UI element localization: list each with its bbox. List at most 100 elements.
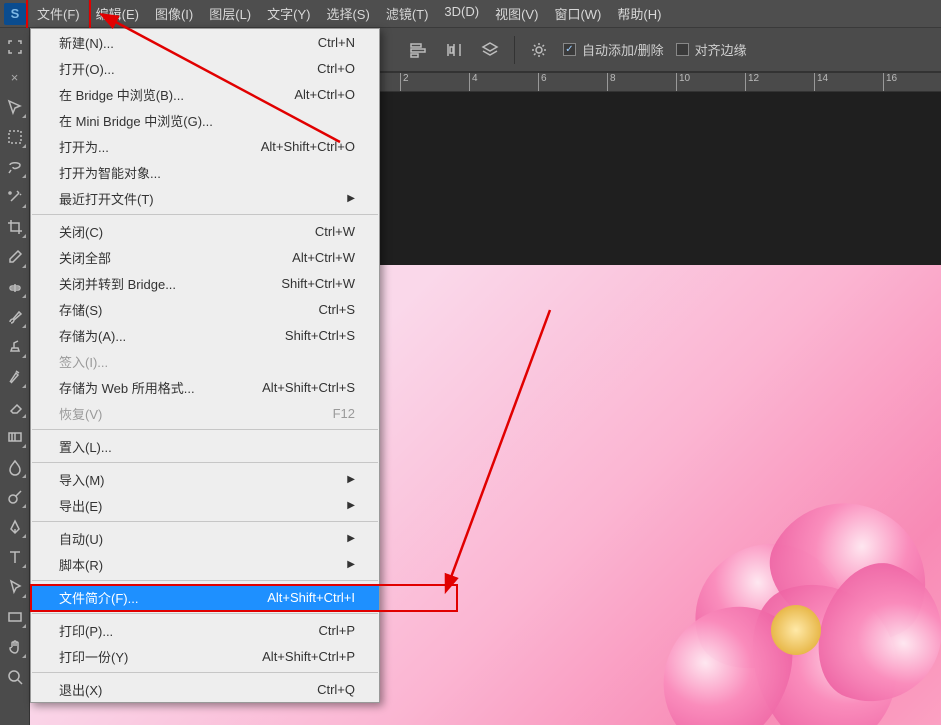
ruler-tick: 8 (607, 73, 616, 91)
menu-separator (32, 429, 378, 430)
menu-row[interactable]: 存储为(A)...Shift+Ctrl+S (31, 322, 379, 348)
menu-row: 签入(I)... (31, 348, 379, 374)
menu-item-5[interactable]: 选择(S) (318, 0, 377, 27)
menu-row-shortcut: Alt+Shift+Ctrl+P (262, 649, 355, 664)
rectangle-tool-icon[interactable] (3, 605, 27, 629)
menu-row[interactable]: 置入(L)... (31, 433, 379, 459)
ruler-tick: 16 (883, 73, 897, 91)
submenu-arrow-icon: ▶ (347, 193, 355, 204)
menu-item-8[interactable]: 视图(V) (487, 0, 546, 27)
menu-item-3[interactable]: 图层(L) (201, 0, 259, 27)
gradient-tool-icon[interactable] (3, 425, 27, 449)
menu-row-label: 在 Mini Bridge 中浏览(G)... (59, 111, 213, 130)
stack-icon[interactable] (474, 34, 506, 66)
menu-item-7[interactable]: 3D(D) (436, 0, 487, 27)
tools-panel: × (0, 28, 30, 725)
marquee-tool-icon[interactable] (3, 125, 27, 149)
menu-row[interactable]: 存储(S)Ctrl+S (31, 296, 379, 322)
menu-row[interactable]: 文件简介(F)...Alt+Shift+Ctrl+I (31, 584, 379, 610)
menu-item-6[interactable]: 滤镜(T) (378, 0, 437, 27)
menu-item-10[interactable]: 帮助(H) (609, 0, 669, 27)
history-brush-tool-icon[interactable] (3, 365, 27, 389)
submenu-arrow-icon: ▶ (347, 474, 355, 485)
menu-row-label: 打开为智能对象... (59, 163, 161, 182)
magic-wand-tool-icon[interactable] (3, 185, 27, 209)
eyedropper-tool-icon[interactable] (3, 245, 27, 269)
move-tool-icon[interactable] (3, 95, 27, 119)
menu-item-2[interactable]: 图像(I) (147, 0, 201, 27)
distribute-icon[interactable] (438, 34, 470, 66)
ruler-tick: 12 (745, 73, 759, 91)
menu-item-0[interactable]: 文件(F) (29, 0, 88, 27)
zoom-tool-icon[interactable] (3, 665, 27, 689)
menu-row-shortcut: Alt+Ctrl+O (294, 87, 355, 102)
menu-row[interactable]: 关闭(C)Ctrl+W (31, 218, 379, 244)
app-icon: S (4, 3, 26, 25)
menu-row[interactable]: 关闭全部 Alt+Ctrl+W (31, 244, 379, 270)
menu-row-shortcut: F12 (333, 406, 355, 421)
tab-close-icon[interactable]: × (3, 65, 27, 89)
menu-row-label: 关闭并转到 Bridge... (59, 274, 176, 293)
path-selection-tool-icon[interactable] (3, 575, 27, 599)
crop-tool-icon[interactable] (3, 215, 27, 239)
menu-item-4[interactable]: 文字(Y) (259, 0, 318, 27)
menu-row-shortcut: Alt+Shift+Ctrl+O (261, 139, 355, 154)
menu-row[interactable]: 退出(X)Ctrl+Q (31, 676, 379, 702)
lasso-tool-icon[interactable] (3, 155, 27, 179)
menu-row-shortcut: Shift+Ctrl+S (285, 328, 355, 343)
handles-icon[interactable] (3, 35, 27, 59)
menu-row[interactable]: 脚本(R)▶ (31, 551, 379, 577)
menu-row[interactable]: 打印一份(Y)Alt+Shift+Ctrl+P (31, 643, 379, 669)
menu-row[interactable]: 导入(M)▶ (31, 466, 379, 492)
menu-row[interactable]: 新建(N)...Ctrl+N (31, 29, 379, 55)
menu-row-shortcut: Ctrl+P (319, 623, 355, 638)
dodge-tool-icon[interactable] (3, 485, 27, 509)
menu-item-1[interactable]: 编辑(E) (88, 0, 147, 27)
separator (514, 36, 515, 64)
menu-row-label: 关闭全部 (59, 248, 111, 267)
auto-add-delete-checkbox[interactable]: ✓ 自动添加/删除 (563, 40, 664, 59)
menu-row-label: 最近打开文件(T) (59, 189, 154, 208)
menu-row-label: 文件简介(F)... (59, 588, 138, 607)
submenu-arrow-icon: ▶ (347, 559, 355, 570)
menu-row-label: 置入(L)... (59, 437, 112, 456)
menu-row-shortcut: Alt+Shift+Ctrl+S (262, 380, 355, 395)
blur-tool-icon[interactable] (3, 455, 27, 479)
menu-row[interactable]: 在 Bridge 中浏览(B)...Alt+Ctrl+O (31, 81, 379, 107)
align-left-icon[interactable] (402, 34, 434, 66)
menu-row[interactable]: 关闭并转到 Bridge... Shift+Ctrl+W (31, 270, 379, 296)
menu-separator (32, 672, 378, 673)
menu-item-9[interactable]: 窗口(W) (546, 0, 609, 27)
menu-row[interactable]: 打开为... Alt+Shift+Ctrl+O (31, 133, 379, 159)
hand-tool-icon[interactable] (3, 635, 27, 659)
menu-row[interactable]: 自动(U)▶ (31, 525, 379, 551)
menubar: S 文件(F)编辑(E)图像(I)图层(L)文字(Y)选择(S)滤镜(T)3D(… (0, 0, 941, 28)
type-tool-icon[interactable] (3, 545, 27, 569)
checkbox-unchecked-icon (676, 43, 689, 56)
flower-image (571, 465, 941, 725)
eraser-tool-icon[interactable] (3, 395, 27, 419)
menu-row-label: 打开为... (59, 137, 109, 156)
menu-row[interactable]: 最近打开文件(T) ▶ (31, 185, 379, 211)
menu-row-shortcut: Ctrl+S (319, 302, 355, 317)
menu-row-label: 打印(P)... (59, 621, 113, 640)
menu-row[interactable]: 打印(P)... Ctrl+P (31, 617, 379, 643)
brush-tool-icon[interactable] (3, 305, 27, 329)
menu-row[interactable]: 在 Mini Bridge 中浏览(G)... (31, 107, 379, 133)
align-edges-checkbox[interactable]: 对齐边缘 (676, 40, 747, 59)
ruler-tick: 6 (538, 73, 547, 91)
menu-row[interactable]: 打开(O)...Ctrl+O (31, 55, 379, 81)
menu-row[interactable]: 导出(E)▶ (31, 492, 379, 518)
file-menu-dropdown: 新建(N)...Ctrl+N打开(O)...Ctrl+O在 Bridge 中浏览… (30, 28, 380, 703)
menu-row-shortcut: Shift+Ctrl+W (281, 276, 355, 291)
submenu-arrow-icon: ▶ (347, 500, 355, 511)
healing-brush-tool-icon[interactable] (3, 275, 27, 299)
menu-row[interactable]: 存储为 Web 所用格式...Alt+Shift+Ctrl+S (31, 374, 379, 400)
menu-row-shortcut: Alt+Ctrl+W (292, 250, 355, 265)
gear-icon[interactable] (523, 34, 555, 66)
menu-separator (32, 521, 378, 522)
pen-tool-icon[interactable] (3, 515, 27, 539)
clone-stamp-tool-icon[interactable] (3, 335, 27, 359)
menu-row-label: 关闭(C) (59, 222, 103, 241)
menu-row[interactable]: 打开为智能对象... (31, 159, 379, 185)
